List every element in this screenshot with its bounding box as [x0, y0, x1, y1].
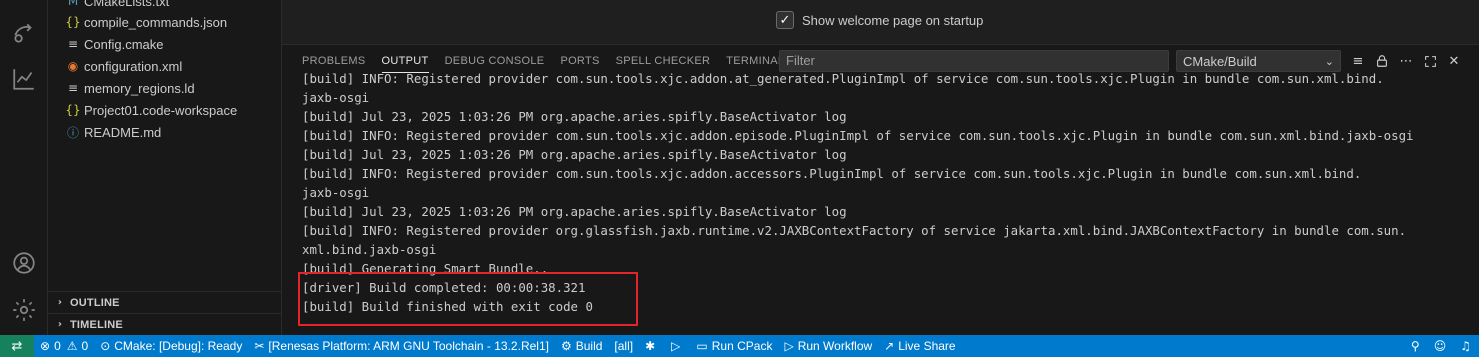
output-line: [build] Jul 23, 2025 1:03:26 PM org.apac… [302, 109, 847, 124]
warning-count: 0 [81, 339, 89, 353]
show-welcome-checkbox[interactable]: ✓ Show welcome page on startup [776, 11, 983, 29]
tools-icon: ✂ [254, 339, 265, 353]
toolchain-select[interactable]: ✂ [Renesas Platform: ARM GNU Toolchain -… [248, 335, 555, 357]
close-panel-icon[interactable]: ✕ [1444, 50, 1464, 72]
file-item-readme[interactable]: ⓘ README.md [48, 121, 281, 143]
highlight-annotation [298, 272, 638, 326]
chevron-down-icon: ⌄ [1324, 54, 1334, 68]
panel-actions: ≡ ⋯ ✕ [1348, 50, 1464, 72]
info-icon: ⓘ [66, 125, 79, 140]
file-name: CMakeLists.txt [84, 0, 170, 9]
list-icon: ≡ [67, 81, 79, 95]
cmake-icon: M [67, 0, 79, 8]
warning-icon: ⚠ [66, 339, 78, 353]
play-icon: ▷ [671, 339, 681, 353]
file-item-compile-commands[interactable]: {} compile_commands.json [48, 11, 281, 33]
run-cpack-label: Run CPack [711, 339, 773, 353]
error-count: 0 [54, 339, 61, 353]
file-item-config-cmake[interactable]: ≡ Config.cmake [48, 33, 281, 55]
build-button[interactable]: ⚙ Build [555, 335, 608, 357]
file-name: memory_regions.ld [84, 80, 195, 96]
welcome-area: ✓ Show welcome page on startup [282, 0, 1479, 44]
chevron-right-icon: › [57, 297, 63, 308]
chart-icon[interactable] [8, 63, 40, 95]
outline-section[interactable]: › OUTLINE [48, 291, 281, 313]
activity-bar [0, 0, 48, 335]
pin-icon[interactable]: ⚲ [1411, 339, 1420, 353]
remote-indicator-icon[interactable]: ⇄ [0, 335, 34, 357]
explorer-sidebar: M CMakeLists.txt {} compile_commands.jso… [48, 0, 282, 335]
clear-output-icon[interactable]: ≡ [1348, 50, 1368, 72]
file-name: README.md [84, 124, 162, 140]
output-channel-select[interactable]: CMake/Build ⌄ [1176, 50, 1341, 72]
timeline-label: TIMELINE [70, 318, 123, 331]
run-cpack-button[interactable]: ▭ Run CPack [690, 335, 778, 357]
account-icon[interactable] [8, 247, 40, 279]
output-channel-value: CMake/Build [1183, 53, 1257, 69]
status-right: ⚲ ☺ ♫ [1411, 335, 1471, 357]
gear-icon: ⚙ [560, 339, 572, 353]
build-target-label: [all] [614, 339, 634, 353]
chevron-right-icon: › [57, 319, 63, 330]
output-line: xml.bind.jaxb-osgi [302, 242, 437, 257]
more-actions-icon[interactable]: ⋯ [1396, 50, 1416, 72]
timeline-section[interactable]: › TIMELINE [48, 313, 281, 335]
rss-icon: ◉ [67, 59, 79, 73]
file-name: Project01.code-workspace [84, 102, 238, 118]
copilot-icon[interactable]: ☺ [1434, 339, 1447, 353]
live-share-label: Live Share [898, 339, 956, 353]
problems-indicator[interactable]: ⊗ 0 ⚠ 0 [34, 335, 94, 357]
toolchain-label: [Renesas Platform: ARM GNU Toolchain - 1… [268, 339, 549, 353]
output-line: [build] Jul 23, 2025 1:03:26 PM org.apac… [302, 147, 847, 162]
build-label: Build [575, 339, 603, 353]
package-icon: ▭ [696, 339, 708, 353]
show-welcome-label: Show welcome page on startup [802, 12, 984, 28]
debug-button[interactable]: ✱ [639, 335, 665, 357]
file-item-workspace[interactable]: {} Project01.code-workspace [48, 99, 281, 121]
cmake-status-label: CMake: [Debug]: Ready [114, 339, 243, 353]
run-workflow-label: Run Workflow [797, 339, 873, 353]
output-line: [build] INFO: Registered provider com.su… [302, 128, 1414, 143]
outline-label: OUTLINE [70, 296, 120, 309]
remote-explorer-icon[interactable] [8, 17, 40, 49]
file-name: compile_commands.json [84, 14, 228, 30]
error-icon: ⊗ [40, 339, 51, 353]
bell-icon[interactable]: ♫ [1460, 339, 1471, 353]
file-name: configuration.xml [84, 58, 183, 74]
cmake-status[interactable]: ⊙ CMake: [Debug]: Ready [94, 335, 248, 357]
play-icon: ▷ [784, 339, 794, 353]
checkmark-icon[interactable]: ✓ [776, 11, 794, 29]
list-icon: ≡ [67, 37, 79, 51]
output-line: jaxb-osgi [302, 90, 370, 105]
file-name: Config.cmake [84, 36, 164, 52]
file-item-configuration-xml[interactable]: ◉ configuration.xml [48, 55, 281, 77]
run-workflow-button[interactable]: ▷ Run Workflow [778, 335, 878, 357]
maximize-panel-icon[interactable] [1420, 50, 1440, 72]
output-line: [build] INFO: Registered provider com.su… [302, 166, 1362, 181]
live-share-icon: ↗ [884, 339, 895, 353]
settings-gear-icon[interactable] [8, 294, 40, 326]
filter-input[interactable]: Filter [779, 50, 1169, 72]
bug-icon: ✱ [645, 339, 656, 353]
cmake-status-icon: ⊙ [100, 339, 111, 353]
output-line: jaxb-osgi [302, 185, 370, 200]
output-line: [build] INFO: Registered provider com.su… [302, 71, 1384, 86]
output-line: [build] INFO: Registered provider org.gl… [302, 223, 1407, 238]
json-icon: {} [65, 103, 81, 117]
output-line: [build] Jul 23, 2025 1:03:26 PM org.apac… [302, 204, 847, 219]
json-icon: {} [65, 15, 81, 29]
live-share-button[interactable]: ↗ Live Share [878, 335, 961, 357]
file-item-memory-regions[interactable]: ≡ memory_regions.ld [48, 77, 281, 99]
status-bar: ⇄ ⊗ 0 ⚠ 0 ⊙ CMake: [Debug]: Ready ✂ [Ren… [0, 335, 1479, 357]
lock-icon[interactable] [1372, 50, 1392, 72]
launch-button[interactable]: ▷ [665, 335, 690, 357]
build-target-select[interactable]: [all] [608, 335, 639, 357]
